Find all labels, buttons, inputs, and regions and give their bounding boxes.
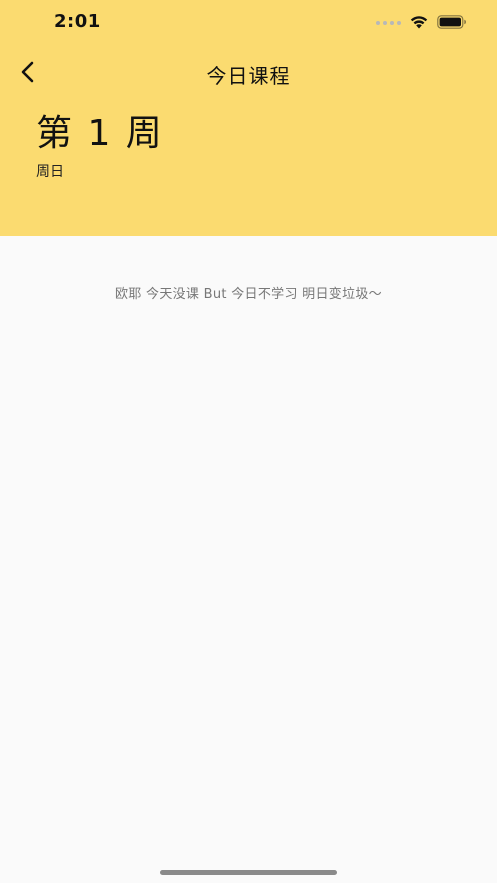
week-title: 第 1 周 bbox=[36, 113, 164, 154]
page-title: 今日课程 bbox=[206, 64, 291, 88]
home-indicator[interactable] bbox=[160, 870, 337, 875]
wifi-icon bbox=[409, 14, 429, 33]
status-icons bbox=[376, 14, 467, 32]
empty-schedule-message: 欧耶 今天没课 But 今日不学习 明日变垃圾～ bbox=[115, 287, 382, 302]
battery-icon bbox=[437, 14, 467, 33]
nav-bar: 今日课程 bbox=[0, 50, 497, 94]
cellular-signal-icon bbox=[376, 21, 401, 25]
day-label: 周日 bbox=[36, 164, 64, 180]
status-bar: 2:01 bbox=[0, 0, 497, 46]
status-time: 2:01 bbox=[54, 11, 101, 32]
header-banner: 2:01 今日课程 第 1 周 周日 bbox=[0, 0, 497, 236]
